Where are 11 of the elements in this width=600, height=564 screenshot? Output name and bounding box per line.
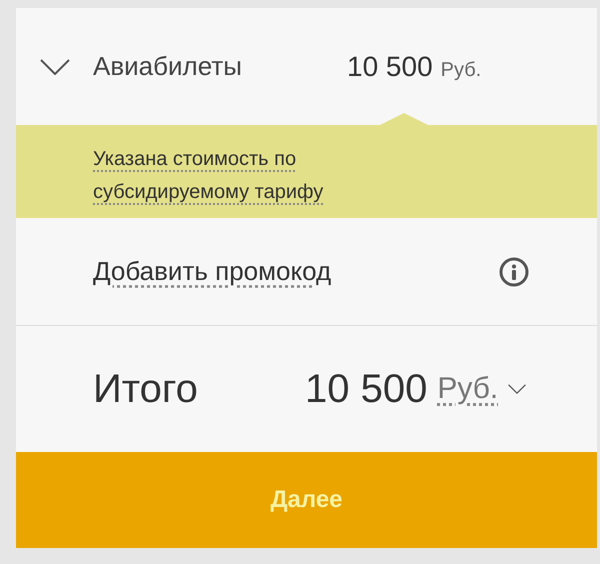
chevron-down-icon[interactable] — [40, 58, 70, 74]
info-icon[interactable] — [499, 256, 529, 286]
total-price: 10 500 — [305, 366, 428, 412]
currency-label: Руб. — [440, 58, 482, 80]
promo-code-link[interactable]: Добавить промокод — [93, 256, 499, 287]
notice-text: Указана стоимость по субсидируемому тарифу — [93, 147, 324, 205]
flights-price: 10 500 — [347, 50, 433, 82]
total-label: Итого — [93, 366, 199, 412]
currency-selector[interactable]: Руб. — [437, 372, 498, 406]
chevron-down-icon[interactable] — [508, 384, 526, 394]
flights-label[interactable]: Авиабилеты — [93, 51, 347, 82]
